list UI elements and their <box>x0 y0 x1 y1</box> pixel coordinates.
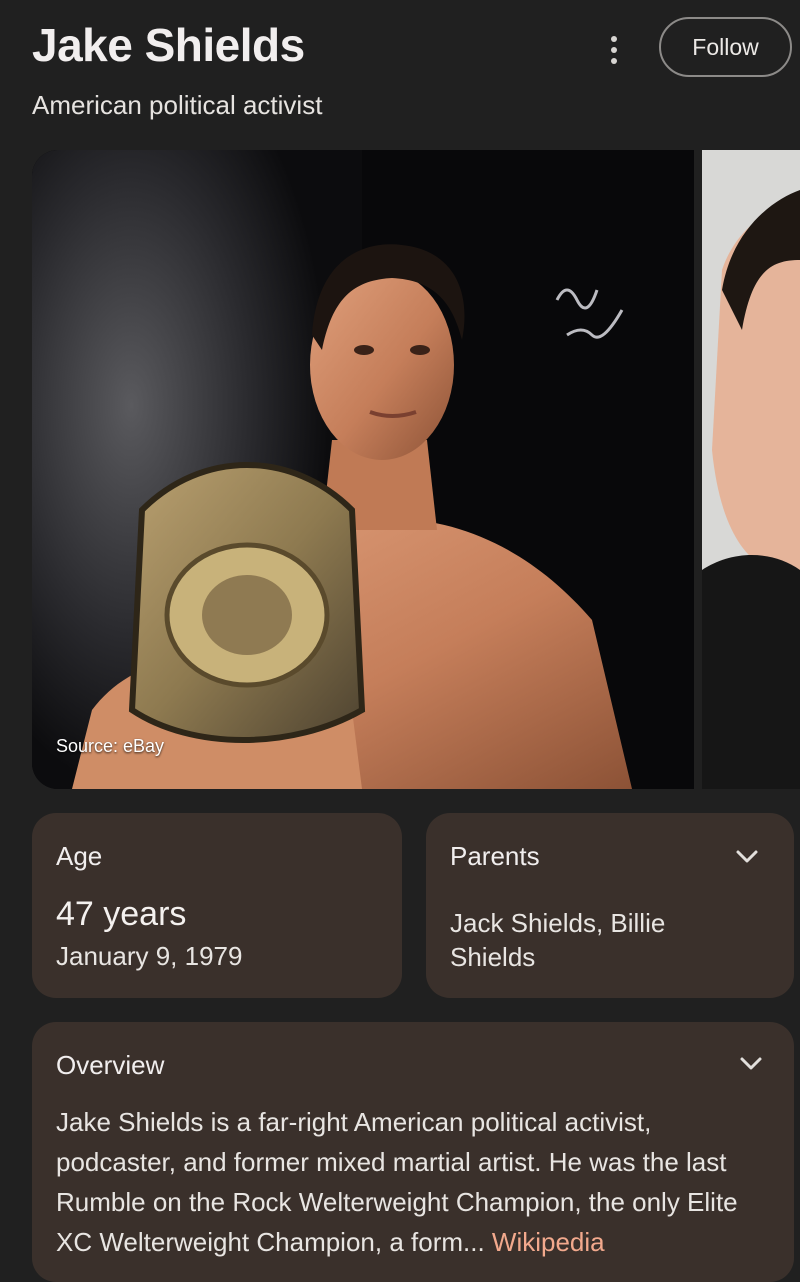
wikipedia-link[interactable]: Wikipedia <box>492 1227 605 1257</box>
next-photo[interactable] <box>702 150 800 789</box>
parents-label: Parents <box>450 841 540 871</box>
overview-label: Overview <box>56 1050 165 1080</box>
overview-card[interactable]: Overview Jake Shields is a far-right Ame… <box>32 1022 794 1282</box>
main-photo[interactable]: Source: eBay <box>32 150 694 789</box>
chevron-down-icon[interactable] <box>732 841 762 871</box>
age-card: Age 47 years January 9, 1979 <box>32 813 402 998</box>
age-value: 47 years <box>56 895 187 933</box>
birth-date: January 9, 1979 <box>56 941 243 971</box>
image-source-label: Source: eBay <box>56 736 165 756</box>
entity-subtitle: American political activist <box>32 90 323 120</box>
chevron-down-icon[interactable] <box>736 1048 766 1078</box>
overview-ellipsis: ... <box>463 1227 485 1257</box>
overview-body: Jake Shields is a far-right American pol… <box>56 1107 738 1257</box>
more-options-icon[interactable] <box>596 30 632 70</box>
parents-value: Jack Shields, Billie Shields <box>450 908 666 972</box>
next-photo-illustration <box>702 150 800 789</box>
follow-button[interactable]: Follow <box>659 17 792 77</box>
page-title: Jake Shields <box>32 19 305 71</box>
parents-card[interactable]: Parents Jack Shields, Billie Shields <box>426 813 794 998</box>
age-label: Age <box>56 841 103 871</box>
fighter-photo-illustration <box>32 150 694 789</box>
overview-text: Jake Shields is a far-right American pol… <box>56 1102 778 1262</box>
dot <box>611 47 617 53</box>
dot <box>611 58 617 64</box>
dot <box>611 36 617 42</box>
